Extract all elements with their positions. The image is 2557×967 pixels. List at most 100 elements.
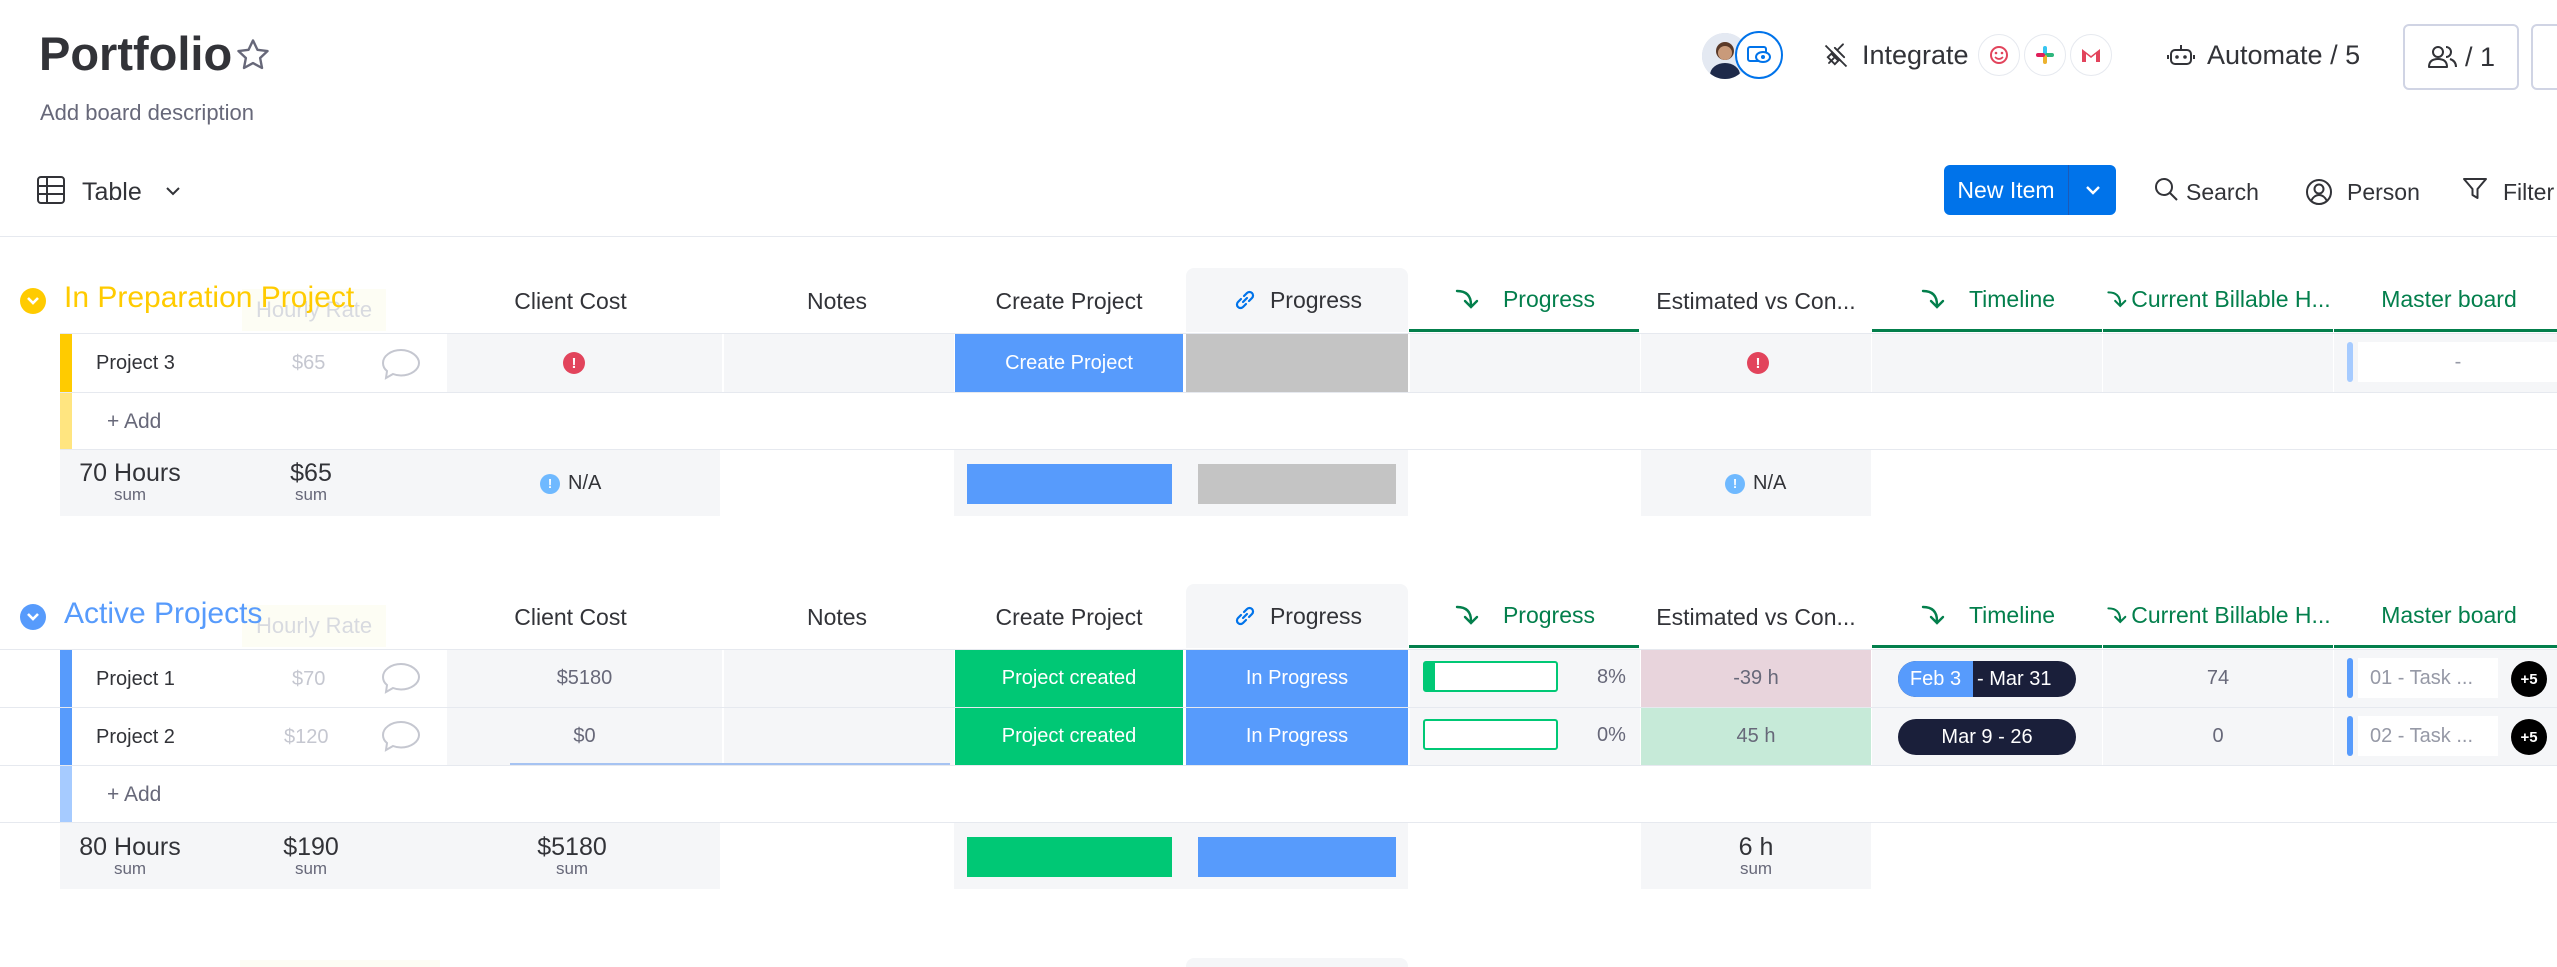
- column-header-hourly-rate[interactable]: Hourly Rate: [242, 605, 387, 647]
- master-board-link[interactable]: 02 - Task ...: [2358, 716, 2498, 756]
- column-header-master-board[interactable]: Master board: [2334, 270, 2557, 332]
- summary-hours: 70 Hours sum: [79, 459, 181, 504]
- column-header-estimated[interactable]: Estimated vs Con...: [1641, 270, 1871, 332]
- column-header-billable[interactable]: Current Billable H...: [2103, 270, 2333, 332]
- star-icon[interactable]: [234, 36, 272, 74]
- estimated-cell[interactable]: 45 h: [1641, 708, 1871, 765]
- group-title[interactable]: Active Projects: [64, 597, 262, 631]
- notes-cell[interactable]: [724, 650, 954, 707]
- error-icon[interactable]: !: [563, 352, 585, 374]
- collapse-group-icon[interactable]: [20, 288, 46, 314]
- info-icon: !: [540, 473, 560, 494]
- new-item-dropdown[interactable]: [2068, 165, 2116, 215]
- board-description[interactable]: Add board description: [40, 100, 254, 126]
- person-icon[interactable]: [2305, 178, 2333, 206]
- integrate-button[interactable]: Integrate: [1862, 40, 1969, 71]
- board-title[interactable]: Portfolio: [39, 26, 232, 81]
- column-header-estimated[interactable]: Estimated vs Con...: [1641, 586, 1871, 648]
- column-header-progress[interactable]: Progress: [1409, 270, 1639, 332]
- table-row[interactable]: Project 1 $70 $5180 Project created In P…: [60, 650, 2557, 707]
- new-item-label[interactable]: New Item: [1944, 165, 2068, 215]
- column-header-label: Progress: [1502, 602, 1596, 628]
- item-rate: $70: [292, 668, 326, 690]
- notes-cell[interactable]: [724, 708, 954, 765]
- billable-hours-cell[interactable]: 0: [2103, 708, 2333, 765]
- new-item-button[interactable]: New Item: [1944, 165, 2116, 215]
- add-item-button[interactable]: + Add: [107, 783, 161, 807]
- create-project-status[interactable]: Project created: [955, 650, 1183, 707]
- person-filter-button[interactable]: Person: [2347, 179, 2420, 206]
- client-cost-cell[interactable]: $5180: [447, 650, 722, 707]
- column-header-timeline[interactable]: Timeline: [1872, 270, 2102, 332]
- column-header-timeline[interactable]: Timeline: [1872, 586, 2102, 648]
- column-header-progress-link[interactable]: Progress: [1186, 268, 1408, 332]
- collapse-group-icon[interactable]: [20, 604, 46, 630]
- link-icon: [1232, 603, 1258, 629]
- summary-create-status-bar: [967, 464, 1172, 504]
- mirror-arrow-icon: [2105, 602, 2127, 630]
- master-board-link[interactable]: 01 - Task ...: [2358, 658, 2498, 698]
- info-icon: !: [1725, 473, 1745, 494]
- progress-status-empty[interactable]: [1186, 334, 1408, 392]
- column-header-progress[interactable]: Progress: [1409, 586, 1639, 648]
- item-name[interactable]: Project 1: [96, 668, 175, 691]
- table-row[interactable]: Project 2 $120 $0 Project created In Pro…: [60, 708, 2557, 765]
- watch-board-icon[interactable]: [1735, 31, 1783, 79]
- item-name[interactable]: Project 2: [96, 726, 175, 749]
- item-rate: $120: [284, 726, 329, 748]
- members-count: / 1: [2464, 41, 2496, 72]
- estimated-cell[interactable]: -39 h: [1641, 650, 1871, 707]
- summary-hours: 80 Hours sum: [79, 833, 181, 878]
- create-project-button[interactable]: Create Project: [955, 334, 1183, 392]
- column-header-create-project[interactable]: Create Project: [954, 270, 1184, 332]
- table-row[interactable]: Project 3 $65 ! Create Project ! -: [60, 334, 2557, 392]
- invite-members-button[interactable]: / 1: [2403, 24, 2519, 90]
- gmail-icon[interactable]: [2070, 34, 2112, 76]
- add-item-button[interactable]: + Add: [107, 410, 161, 434]
- group-title[interactable]: In Preparation Project: [64, 281, 354, 315]
- summary-client-cost: ! N/A: [540, 472, 601, 495]
- chevron-down-icon: [2083, 181, 2103, 199]
- column-header-client-cost[interactable]: Client Cost: [447, 270, 694, 332]
- comment-icon[interactable]: [380, 347, 422, 381]
- column-header-progress-link[interactable]: Progress: [1186, 584, 1408, 648]
- more-links-badge[interactable]: +5: [2511, 719, 2547, 755]
- slack-icon[interactable]: [2024, 34, 2066, 76]
- item-name[interactable]: Project 3: [96, 352, 175, 375]
- filter-button[interactable]: Filter: [2503, 179, 2554, 206]
- timeline-bar[interactable]: Feb 3 - Mar 31: [1898, 661, 2076, 697]
- activity-button[interactable]: [2531, 24, 2557, 90]
- column-header-notes[interactable]: Notes: [722, 270, 952, 332]
- error-icon[interactable]: !: [1747, 352, 1769, 374]
- progress-status[interactable]: In Progress: [1186, 650, 1408, 707]
- master-board-link[interactable]: -: [2358, 342, 2557, 382]
- client-cost-cell[interactable]: $0: [447, 708, 722, 765]
- column-header-create-project[interactable]: Create Project: [954, 586, 1184, 648]
- column-header-billable[interactable]: Current Billable H...: [2103, 586, 2333, 648]
- more-links-badge[interactable]: +5: [2511, 661, 2547, 697]
- column-header-client-cost[interactable]: Client Cost: [447, 586, 694, 648]
- summary-progress-status-bar: [1198, 837, 1396, 877]
- automate-button[interactable]: Automate / 5: [2207, 40, 2360, 71]
- column-header-notes[interactable]: Notes: [722, 586, 952, 648]
- create-project-status[interactable]: Project created: [955, 708, 1183, 765]
- integrate-icon[interactable]: [1822, 42, 1850, 70]
- search-button[interactable]: Search: [2186, 179, 2259, 206]
- column-header-master-board[interactable]: Master board: [2334, 586, 2557, 648]
- progress-status[interactable]: In Progress: [1186, 708, 1408, 765]
- mirror-arrow-icon: [1453, 286, 1479, 314]
- comment-icon[interactable]: [380, 719, 422, 753]
- timeline-bar[interactable]: Mar 9 - 26: [1898, 719, 2076, 755]
- emoji-app-icon[interactable]: [1978, 34, 2020, 76]
- filter-icon[interactable]: [2462, 176, 2488, 202]
- progress-bar: [1423, 661, 1558, 692]
- comment-icon[interactable]: [380, 661, 422, 695]
- column-header-label: Timeline: [1968, 602, 2056, 628]
- search-icon[interactable]: [2153, 176, 2179, 202]
- robot-icon[interactable]: [2166, 42, 2196, 70]
- chevron-down-icon[interactable]: [162, 181, 184, 201]
- view-tab-table[interactable]: Table: [82, 178, 142, 207]
- summary-estimated: 6 h sum: [1738, 833, 1774, 878]
- billable-hours-cell[interactable]: 74: [2103, 650, 2333, 707]
- summary-create-status-bar: [967, 837, 1172, 877]
